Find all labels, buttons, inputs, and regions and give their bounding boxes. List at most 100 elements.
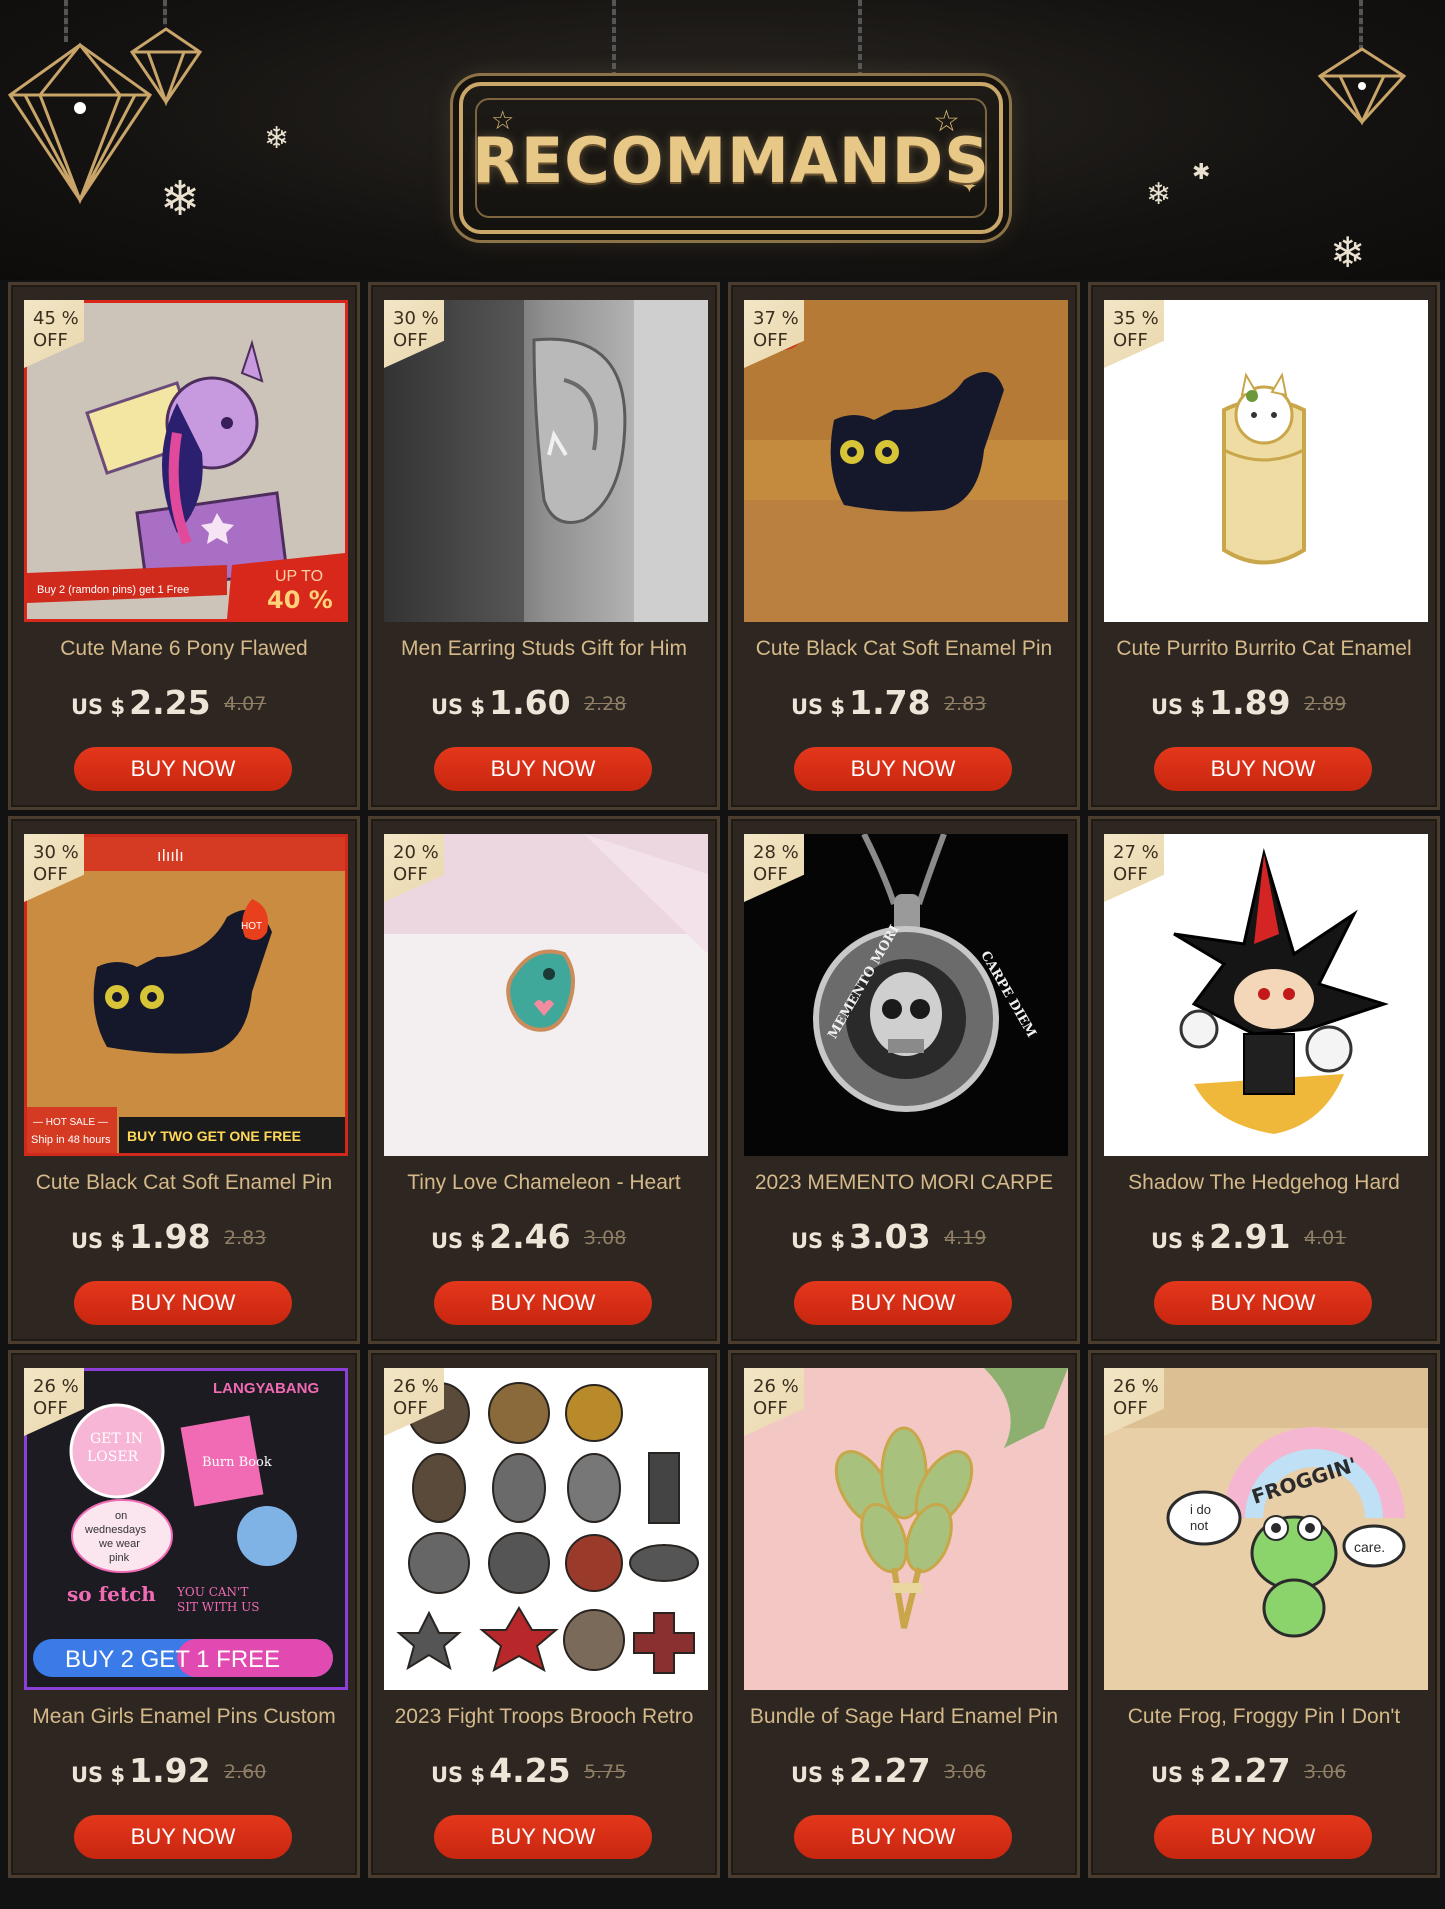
snowflake-icon: ❄	[264, 121, 290, 156]
buy-now-button[interactable]: BUY NOW	[74, 747, 292, 791]
pin-text: pink	[109, 1552, 130, 1564]
burrito-cat-pin-photo	[1104, 300, 1428, 622]
product-title[interactable]: 2023 Fight Troops Brooch Retro	[371, 1705, 717, 1729]
product-title[interactable]: Cute Mane 6 Pony Flawed	[11, 637, 357, 661]
product-image[interactable]	[1104, 300, 1428, 622]
buy-now-button[interactable]: BUY NOW	[1154, 1281, 1372, 1325]
title-banner: ☆ ☆ ✦ RECOMMANDS	[459, 82, 1003, 234]
currency: US $	[431, 1229, 486, 1253]
product-card[interactable]: LANGYABANG GET IN LOSER Burn Book on wed…	[8, 1350, 360, 1878]
original-price: 2.28	[584, 693, 627, 715]
original-price: 3.06	[944, 1761, 987, 1783]
header-banner-area: ❄ ❄ ❄ ✱ ❄ ☆ ☆ ✦ RECOMMANDS	[0, 0, 1445, 280]
original-price: 4.19	[944, 1227, 987, 1249]
shadow-hedgehog-pin-photo	[1104, 834, 1428, 1156]
price: US $3.03	[791, 1217, 931, 1256]
original-price: 3.06	[1304, 1761, 1347, 1783]
pin-text: GET IN	[90, 1431, 143, 1447]
product-grid: Buy 2 (ramdon pins) get 1 Free UP TO 40 …	[8, 282, 1440, 1902]
currency: US $	[1151, 695, 1206, 719]
product-image[interactable]	[384, 300, 708, 622]
buy-now-button[interactable]: BUY NOW	[1154, 747, 1372, 791]
currency: US $	[71, 695, 126, 719]
chain	[64, 0, 68, 42]
product-image[interactable]: FROGGIN' i do not care.	[1104, 1368, 1428, 1690]
currency: US $	[1151, 1229, 1206, 1253]
pin-text: SIT WITH US	[177, 1600, 259, 1614]
product-card[interactable]: 26 % OFF 2023 Fight Troops Brooch Retro U…	[368, 1350, 720, 1878]
product-image[interactable]	[744, 1368, 1068, 1690]
original-price: 4.07	[224, 693, 267, 715]
upto-percent: 40 %	[267, 586, 333, 614]
currency: US $	[791, 695, 846, 719]
pin-text: wednesdays	[84, 1524, 147, 1536]
product-title[interactable]: Men Earring Studs Gift for Him	[371, 637, 717, 661]
black-cat-pin-photo: ılıılı HOT — HOT SALE — Ship in 48 hours…	[27, 837, 345, 1153]
diamond-lamp-icon	[129, 27, 203, 106]
product-card[interactable]: 20 % OFF Tiny Love Chameleon - Heart US $…	[368, 816, 720, 1344]
product-card[interactable]: 30 % OFF Men Earring Studs Gift for Him U…	[368, 282, 720, 810]
buy-now-button[interactable]: BUY NOW	[434, 1815, 652, 1859]
product-image[interactable]	[1104, 834, 1428, 1156]
product-card[interactable]: 35 % OFF Cute Purrito Burrito Cat Enamel …	[1088, 282, 1440, 810]
cloud-text: not	[1190, 1518, 1208, 1533]
sale-price: 3.03	[849, 1217, 931, 1256]
product-title[interactable]: Bundle of Sage Hard Enamel Pin	[731, 1705, 1077, 1729]
currency: US $	[1151, 1763, 1206, 1787]
product-image[interactable]	[384, 1368, 708, 1690]
sale-price: 4.25	[489, 1751, 571, 1790]
product-title[interactable]: Shadow The Hedgehog Hard	[1091, 1171, 1437, 1195]
chain	[858, 0, 862, 84]
product-image[interactable]: MEMENTO MORI CARPE DIEM	[744, 834, 1068, 1156]
sage-pin-photo	[744, 1368, 1068, 1690]
snowflake-icon: ✱	[1192, 160, 1211, 185]
price: US $4.25	[431, 1751, 571, 1790]
product-card[interactable]: 27 % OFF Shadow The Hedgehog Hard US $2.9…	[1088, 816, 1440, 1344]
product-title[interactable]: Cute Black Cat Soft Enamel Pin	[11, 1171, 357, 1195]
product-image[interactable]	[384, 834, 708, 1156]
buy-two-label: BUY TWO GET ONE FREE	[127, 1128, 301, 1144]
product-image[interactable]: LANGYABANG GET IN LOSER Burn Book on wed…	[24, 1368, 348, 1690]
original-price: 5.75	[584, 1761, 627, 1783]
buy-now-button[interactable]: BUY NOW	[794, 1281, 1012, 1325]
product-image[interactable]: ılıılı HOT — HOT SALE — Ship in 48 hours…	[24, 834, 348, 1156]
sale-price: 1.60	[489, 683, 571, 722]
product-card[interactable]: 26 % OFF Bundle of Sage Hard Enamel Pin U…	[728, 1350, 1080, 1878]
pin-text: YOU CAN'T	[176, 1585, 248, 1599]
product-title[interactable]: Tiny Love Chameleon - Heart	[371, 1171, 717, 1195]
product-title[interactable]: Mean Girls Enamel Pins Custom	[11, 1705, 357, 1729]
buy-now-button[interactable]: BUY NOW	[794, 747, 1012, 791]
buy-now-button[interactable]: BUY NOW	[434, 1281, 652, 1325]
logo-mark-icon: ılıılı	[157, 846, 184, 865]
sale-price: 2.27	[1209, 1751, 1291, 1790]
sale-price: 2.25	[129, 683, 211, 722]
buy-now-button[interactable]: BUY NOW	[794, 1815, 1012, 1859]
brand-label: LANGYABANG	[213, 1380, 319, 1397]
pin-text: Burn Book	[202, 1455, 272, 1470]
snowflake-icon: ❄	[1330, 228, 1366, 277]
price: US $2.25	[71, 683, 211, 722]
pin-text: we wear	[98, 1538, 140, 1550]
product-title[interactable]: 2023 MEMENTO MORI CARPE	[731, 1171, 1077, 1195]
buy-now-button[interactable]: BUY NOW	[434, 747, 652, 791]
product-image[interactable]	[744, 300, 1068, 622]
product-card[interactable]: ılıılı HOT — HOT SALE — Ship in 48 hours…	[8, 816, 360, 1344]
product-card[interactable]: Buy 2 (ramdon pins) get 1 Free UP TO 40 …	[8, 282, 360, 810]
product-card[interactable]: MEMENTO MORI CARPE DIEM 28 % OFF 2023 MEM…	[728, 816, 1080, 1344]
product-image[interactable]: Buy 2 (ramdon pins) get 1 Free UP TO 40 …	[24, 300, 348, 622]
buy-now-button[interactable]: BUY NOW	[74, 1815, 292, 1859]
upto-text: UP TO	[275, 568, 323, 585]
product-title[interactable]: Cute Frog, Froggy Pin I Don't	[1091, 1705, 1437, 1729]
product-title[interactable]: Cute Purrito Burrito Cat Enamel	[1091, 637, 1437, 661]
hot-sale-label: — HOT SALE —	[33, 1117, 108, 1128]
buy-now-button[interactable]: BUY NOW	[74, 1281, 292, 1325]
memento-mori-pendant-photo: MEMENTO MORI CARPE DIEM	[744, 834, 1068, 1156]
buy-now-button[interactable]: BUY NOW	[1154, 1815, 1372, 1859]
pony-pin-illustration: Buy 2 (ramdon pins) get 1 Free UP TO 40 …	[27, 303, 345, 619]
product-card[interactable]: 37 % OFF Cute Black Cat Soft Enamel Pin U…	[728, 282, 1080, 810]
product-card[interactable]: FROGGIN' i do not care. 26 % OFF Cute Fro…	[1088, 1350, 1440, 1878]
original-price: 2.83	[944, 693, 987, 715]
product-title[interactable]: Cute Black Cat Soft Enamel Pin	[731, 637, 1077, 661]
price: US $2.91	[1151, 1217, 1291, 1256]
promo-text: Buy 2 (ramdon pins) get 1 Free	[37, 584, 189, 596]
